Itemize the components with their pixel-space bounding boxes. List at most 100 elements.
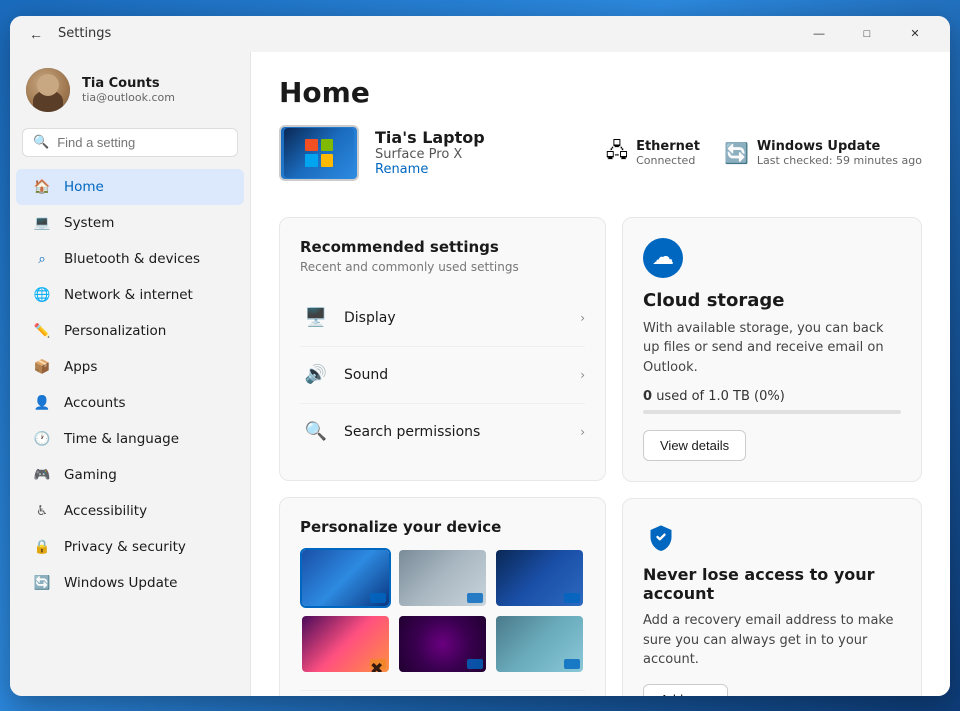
wallpaper-thumb-4[interactable]: ✖ — [300, 614, 391, 674]
search-box[interactable]: 🔍 — [22, 128, 238, 157]
right-column: ☁ Cloud storage With available storage, … — [622, 217, 922, 696]
search-permissions-icon: 🔍 — [300, 416, 332, 448]
windows-update-sub: Last checked: 59 minutes ago — [757, 154, 922, 167]
wallpaper-grid: ✖ — [300, 548, 585, 674]
user-info: Tia Counts tia@outlook.com — [82, 76, 175, 104]
sidebar-item-time[interactable]: 🕐 Time & language — [16, 421, 244, 457]
sidebar: Tia Counts tia@outlook.com 🔍 🏠 Home 💻 Sy… — [10, 52, 250, 696]
device-model: Surface Pro X — [375, 147, 485, 162]
home-icon: 🏠 — [32, 177, 52, 197]
search-input[interactable] — [57, 135, 233, 150]
sidebar-item-privacy[interactable]: 🔒 Privacy & security — [16, 529, 244, 565]
sidebar-item-update[interactable]: 🔄 Windows Update — [16, 565, 244, 601]
search-icon: 🔍 — [33, 135, 49, 150]
settings-window: ← Settings — □ ✕ Tia Counts tia@outlook.… — [10, 16, 950, 696]
sidebar-label-personalization: Personalization — [64, 323, 166, 339]
rename-link[interactable]: Rename — [375, 162, 485, 177]
view-details-button[interactable]: View details — [643, 430, 746, 461]
sidebar-item-bluetooth[interactable]: ⌕ Bluetooth & devices — [16, 241, 244, 277]
user-profile: Tia Counts tia@outlook.com — [10, 60, 250, 128]
cloud-icon: ☁ — [643, 238, 683, 278]
left-column: Recommended settings Recent and commonly… — [279, 217, 606, 696]
wallpaper-thumb-2[interactable] — [397, 548, 488, 608]
sound-chevron-icon: › — [580, 368, 585, 382]
search-permissions-chevron-icon: › — [580, 425, 585, 439]
avatar — [26, 68, 70, 112]
user-email: tia@outlook.com — [82, 91, 175, 104]
sound-icon: 🔊 — [300, 359, 332, 391]
security-shield-icon — [643, 519, 679, 555]
window-controls: — □ ✕ — [796, 18, 938, 50]
sidebar-label-network: Network & internet — [64, 287, 193, 303]
sidebar-item-gaming[interactable]: 🎮 Gaming — [16, 457, 244, 493]
two-column-layout: Recommended settings Recent and commonly… — [279, 217, 922, 696]
sidebar-item-apps[interactable]: 📦 Apps — [16, 349, 244, 385]
app-body: Tia Counts tia@outlook.com 🔍 🏠 Home 💻 Sy… — [10, 52, 950, 696]
time-icon: 🕐 — [32, 429, 52, 449]
recommended-subtitle: Recent and commonly used settings — [300, 260, 585, 274]
display-setting[interactable]: 🖥️ Display › — [300, 290, 585, 347]
windows-logo — [305, 139, 333, 167]
cloud-storage-card: ☁ Cloud storage With available storage, … — [622, 217, 922, 483]
close-button[interactable]: ✕ — [892, 18, 938, 50]
titlebar: ← Settings — □ ✕ — [10, 16, 950, 52]
apps-icon: 📦 — [32, 357, 52, 377]
cloud-storage-title: Cloud storage — [643, 290, 901, 311]
sidebar-label-update: Windows Update — [64, 575, 177, 591]
wallpaper-thumb-6[interactable] — [494, 614, 585, 674]
account-security-title: Never lose access to your account — [643, 565, 901, 603]
device-image — [279, 125, 359, 181]
personalize-title: Personalize your device — [300, 518, 585, 536]
gaming-icon: 🎮 — [32, 465, 52, 485]
wallpaper-thumb-5[interactable] — [397, 614, 488, 674]
sound-label: Sound — [344, 367, 580, 383]
main-content: Home Ti — [250, 52, 950, 696]
search-permissions-label: Search permissions — [344, 424, 580, 440]
windows-update-icon: 🔄 — [724, 141, 749, 165]
sidebar-item-system[interactable]: 💻 System — [16, 205, 244, 241]
page-title: Home — [279, 76, 922, 109]
minimize-button[interactable]: — — [796, 18, 842, 50]
windows-update-label: Windows Update — [757, 139, 922, 154]
windows-update-status: 🔄 Windows Update Last checked: 59 minute… — [724, 139, 922, 167]
sidebar-label-apps: Apps — [64, 359, 97, 375]
display-icon: 🖥️ — [300, 302, 332, 334]
system-icon: 💻 — [32, 213, 52, 233]
sidebar-label-system: System — [64, 215, 114, 231]
sidebar-item-personalization[interactable]: ✏️ Personalization — [16, 313, 244, 349]
sound-setting[interactable]: 🔊 Sound › — [300, 347, 585, 404]
windows-update-text: Windows Update Last checked: 59 minutes … — [757, 139, 922, 167]
personalization-icon: ✏️ — [32, 321, 52, 341]
add-now-button[interactable]: Add now — [643, 684, 728, 696]
search-permissions-setting[interactable]: 🔍 Search permissions › — [300, 404, 585, 460]
display-label: Display — [344, 310, 580, 326]
device-name: Tia's Laptop — [375, 128, 485, 147]
usage-zero: 0 — [643, 389, 652, 404]
color-mode-row: 🎨 Color mode Light ▾ — [300, 690, 585, 696]
user-name: Tia Counts — [82, 76, 175, 91]
sidebar-item-network[interactable]: 🌐 Network & internet — [16, 277, 244, 313]
back-button[interactable]: ← — [22, 20, 50, 48]
device-info: Tia's Laptop Surface Pro X Rename — [375, 128, 485, 177]
sidebar-label-accessibility: Accessibility — [64, 503, 147, 519]
sidebar-item-home[interactable]: 🏠 Home — [16, 169, 244, 205]
privacy-icon: 🔒 — [32, 537, 52, 557]
device-row: Tia's Laptop Surface Pro X Rename 🖧 Ethe… — [279, 125, 922, 197]
sidebar-item-accounts[interactable]: 👤 Accounts — [16, 385, 244, 421]
wallpaper-thumb-3[interactable] — [494, 548, 585, 608]
maximize-button[interactable]: □ — [844, 18, 890, 50]
ethernet-icon: 🖧 — [606, 136, 628, 170]
account-security-card: Never lose access to your account Add a … — [622, 498, 922, 696]
accessibility-icon: ♿ — [32, 501, 52, 521]
usage-bar-wrap — [643, 410, 901, 414]
sidebar-label-home: Home — [64, 179, 104, 195]
status-items: 🖧 Ethernet Connected 🔄 Windows Update La… — [606, 136, 922, 170]
account-security-desc: Add a recovery email address to make sur… — [643, 611, 901, 670]
bluetooth-icon: ⌕ — [32, 249, 52, 269]
sidebar-label-privacy: Privacy & security — [64, 539, 186, 555]
ethernet-sub: Connected — [636, 154, 700, 167]
sidebar-label-accounts: Accounts — [64, 395, 126, 411]
wallpaper-thumb-1[interactable] — [300, 548, 391, 608]
ethernet-text: Ethernet Connected — [636, 139, 700, 167]
sidebar-item-accessibility[interactable]: ♿ Accessibility — [16, 493, 244, 529]
